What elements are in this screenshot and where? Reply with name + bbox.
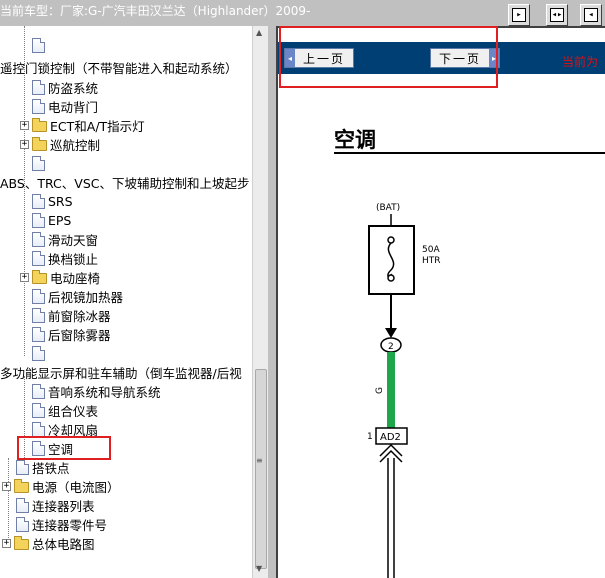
tree-item[interactable]: 防盗系统 xyxy=(32,78,98,97)
tree-item[interactable]: 连接器零件号 xyxy=(16,515,107,534)
folder-icon xyxy=(32,118,47,132)
navigation-highlight-box xyxy=(279,26,498,88)
tree-item[interactable]: 前窗除冰器 xyxy=(32,306,111,325)
expand-icon[interactable]: + xyxy=(2,539,11,548)
pane-splitter[interactable] xyxy=(268,26,276,578)
tree-item[interactable] xyxy=(32,154,48,173)
expand-button[interactable]: ◂▸ xyxy=(546,4,568,26)
tree-item[interactable] xyxy=(32,36,48,55)
tree-item[interactable]: + 电源（电流图） xyxy=(2,477,120,496)
tree-item[interactable]: SRS xyxy=(32,192,73,211)
vehicle-label: 当前车型：厂家:G-广汽丰田汉兰达（Highlander）2009- xyxy=(0,4,311,18)
scrollbar-thumb[interactable] xyxy=(255,369,267,569)
back-button[interactable]: ◂ xyxy=(580,4,602,26)
folder-icon xyxy=(14,536,29,550)
tree-item[interactable]: 电动背门 xyxy=(32,97,98,116)
current-page-label: 当前为 xyxy=(562,55,599,69)
top-bar: 当前车型：厂家:G-广汽丰田汉兰达（Highlander）2009- ▸ ◂▸ … xyxy=(0,0,605,26)
tree-item[interactable]: 组合仪表 xyxy=(32,401,98,420)
expand-icon[interactable]: + xyxy=(20,121,29,130)
document-icon xyxy=(32,194,45,209)
document-icon xyxy=(32,251,45,266)
tree-item[interactable]: 换档锁止 xyxy=(32,249,98,268)
document-icon xyxy=(32,308,45,323)
tree-item[interactable]: + 电动座椅 xyxy=(20,268,100,287)
document-icon xyxy=(32,213,45,228)
tree-item[interactable]: EPS xyxy=(32,211,71,230)
document-icon xyxy=(32,80,45,95)
document-icon xyxy=(32,384,45,399)
junction-number: 2 xyxy=(388,342,394,352)
fuse-terminal xyxy=(387,236,395,244)
bat-label: (BAT) xyxy=(376,203,400,213)
arrow-down-icon xyxy=(385,328,397,338)
forward-icon: ▸ xyxy=(512,8,526,22)
wire-color-label: G xyxy=(375,387,385,394)
tree-item[interactable]: + ECT和A/T指示灯 xyxy=(20,116,145,135)
connector-name: AD2 xyxy=(380,432,401,443)
document-icon xyxy=(16,460,29,475)
selection-highlight-box xyxy=(17,436,111,460)
folder-icon xyxy=(32,270,47,284)
document-icon xyxy=(32,422,45,437)
tree-pane: 遥控门锁控制（不带智能进入和起动系统） 防盗系统 电动背门 + ECT和A/T指示… xyxy=(0,26,268,578)
tree-item[interactable]: + 巡航控制 xyxy=(20,135,100,154)
folder-icon xyxy=(32,137,47,151)
document-icon xyxy=(32,403,45,418)
connector-pin: 1 xyxy=(367,432,373,442)
tree-item[interactable] xyxy=(32,344,48,363)
tree-item[interactable]: ABS、TRC、VSC、下坡辅助控制和上坡起步 xyxy=(0,173,249,192)
tree-item[interactable]: 音响系统和导航系统 xyxy=(32,382,161,401)
tree-item[interactable]: 搭铁点 xyxy=(16,458,70,477)
document-icon xyxy=(16,498,29,513)
expand-icon[interactable]: + xyxy=(20,140,29,149)
forward-button[interactable]: ▸ xyxy=(508,4,530,26)
tree-scrollbar[interactable]: ▲ ≡ ▼ xyxy=(252,26,268,578)
expand-icon[interactable]: + xyxy=(2,482,11,491)
fuse-terminal xyxy=(387,274,395,282)
tree-item[interactable]: 后窗除雾器 xyxy=(32,325,111,344)
fuse-name-label: HTR xyxy=(422,256,441,266)
document-pane: ◂ 上一页 下一页 ▸ 空调 (BAT) 50A HTR 2 G 1 AD2 xyxy=(276,26,605,578)
document-icon xyxy=(16,517,29,532)
document-icon xyxy=(32,38,45,53)
tree-item[interactable]: 连接器列表 xyxy=(16,496,95,515)
scrollbar-grip-icon: ≡ xyxy=(256,456,263,465)
wiring-diagram: (BAT) 50A HTR 2 G 1 AD2 xyxy=(367,203,441,578)
wire-green xyxy=(387,352,395,428)
document-icon xyxy=(32,327,45,342)
document-icon xyxy=(32,232,45,247)
document-icon xyxy=(32,289,45,304)
tree-item[interactable]: 后视镜加热器 xyxy=(32,287,123,306)
folder-icon xyxy=(14,479,29,493)
scroll-down-icon[interactable]: ▼ xyxy=(256,564,262,573)
scroll-up-icon[interactable]: ▲ xyxy=(256,28,262,37)
tree-item[interactable]: 滑动天窗 xyxy=(32,230,98,249)
fuse-rating-label: 50A xyxy=(422,245,440,255)
tree-item[interactable]: 遥控门锁控制（不带智能进入和起动系统） xyxy=(0,58,238,77)
expand-icon[interactable]: + xyxy=(20,273,29,282)
tree-item[interactable]: + 总体电路图 xyxy=(2,534,95,553)
document-icon xyxy=(32,346,45,361)
back-icon: ◂ xyxy=(584,8,598,22)
fuse-box xyxy=(368,225,415,295)
tree-item[interactable]: 多功能显示屏和驻车辅助（倒车监视器/后视 xyxy=(0,363,242,382)
document-icon xyxy=(32,156,45,171)
document-icon xyxy=(32,99,45,114)
expand-icon: ◂▸ xyxy=(550,8,564,22)
